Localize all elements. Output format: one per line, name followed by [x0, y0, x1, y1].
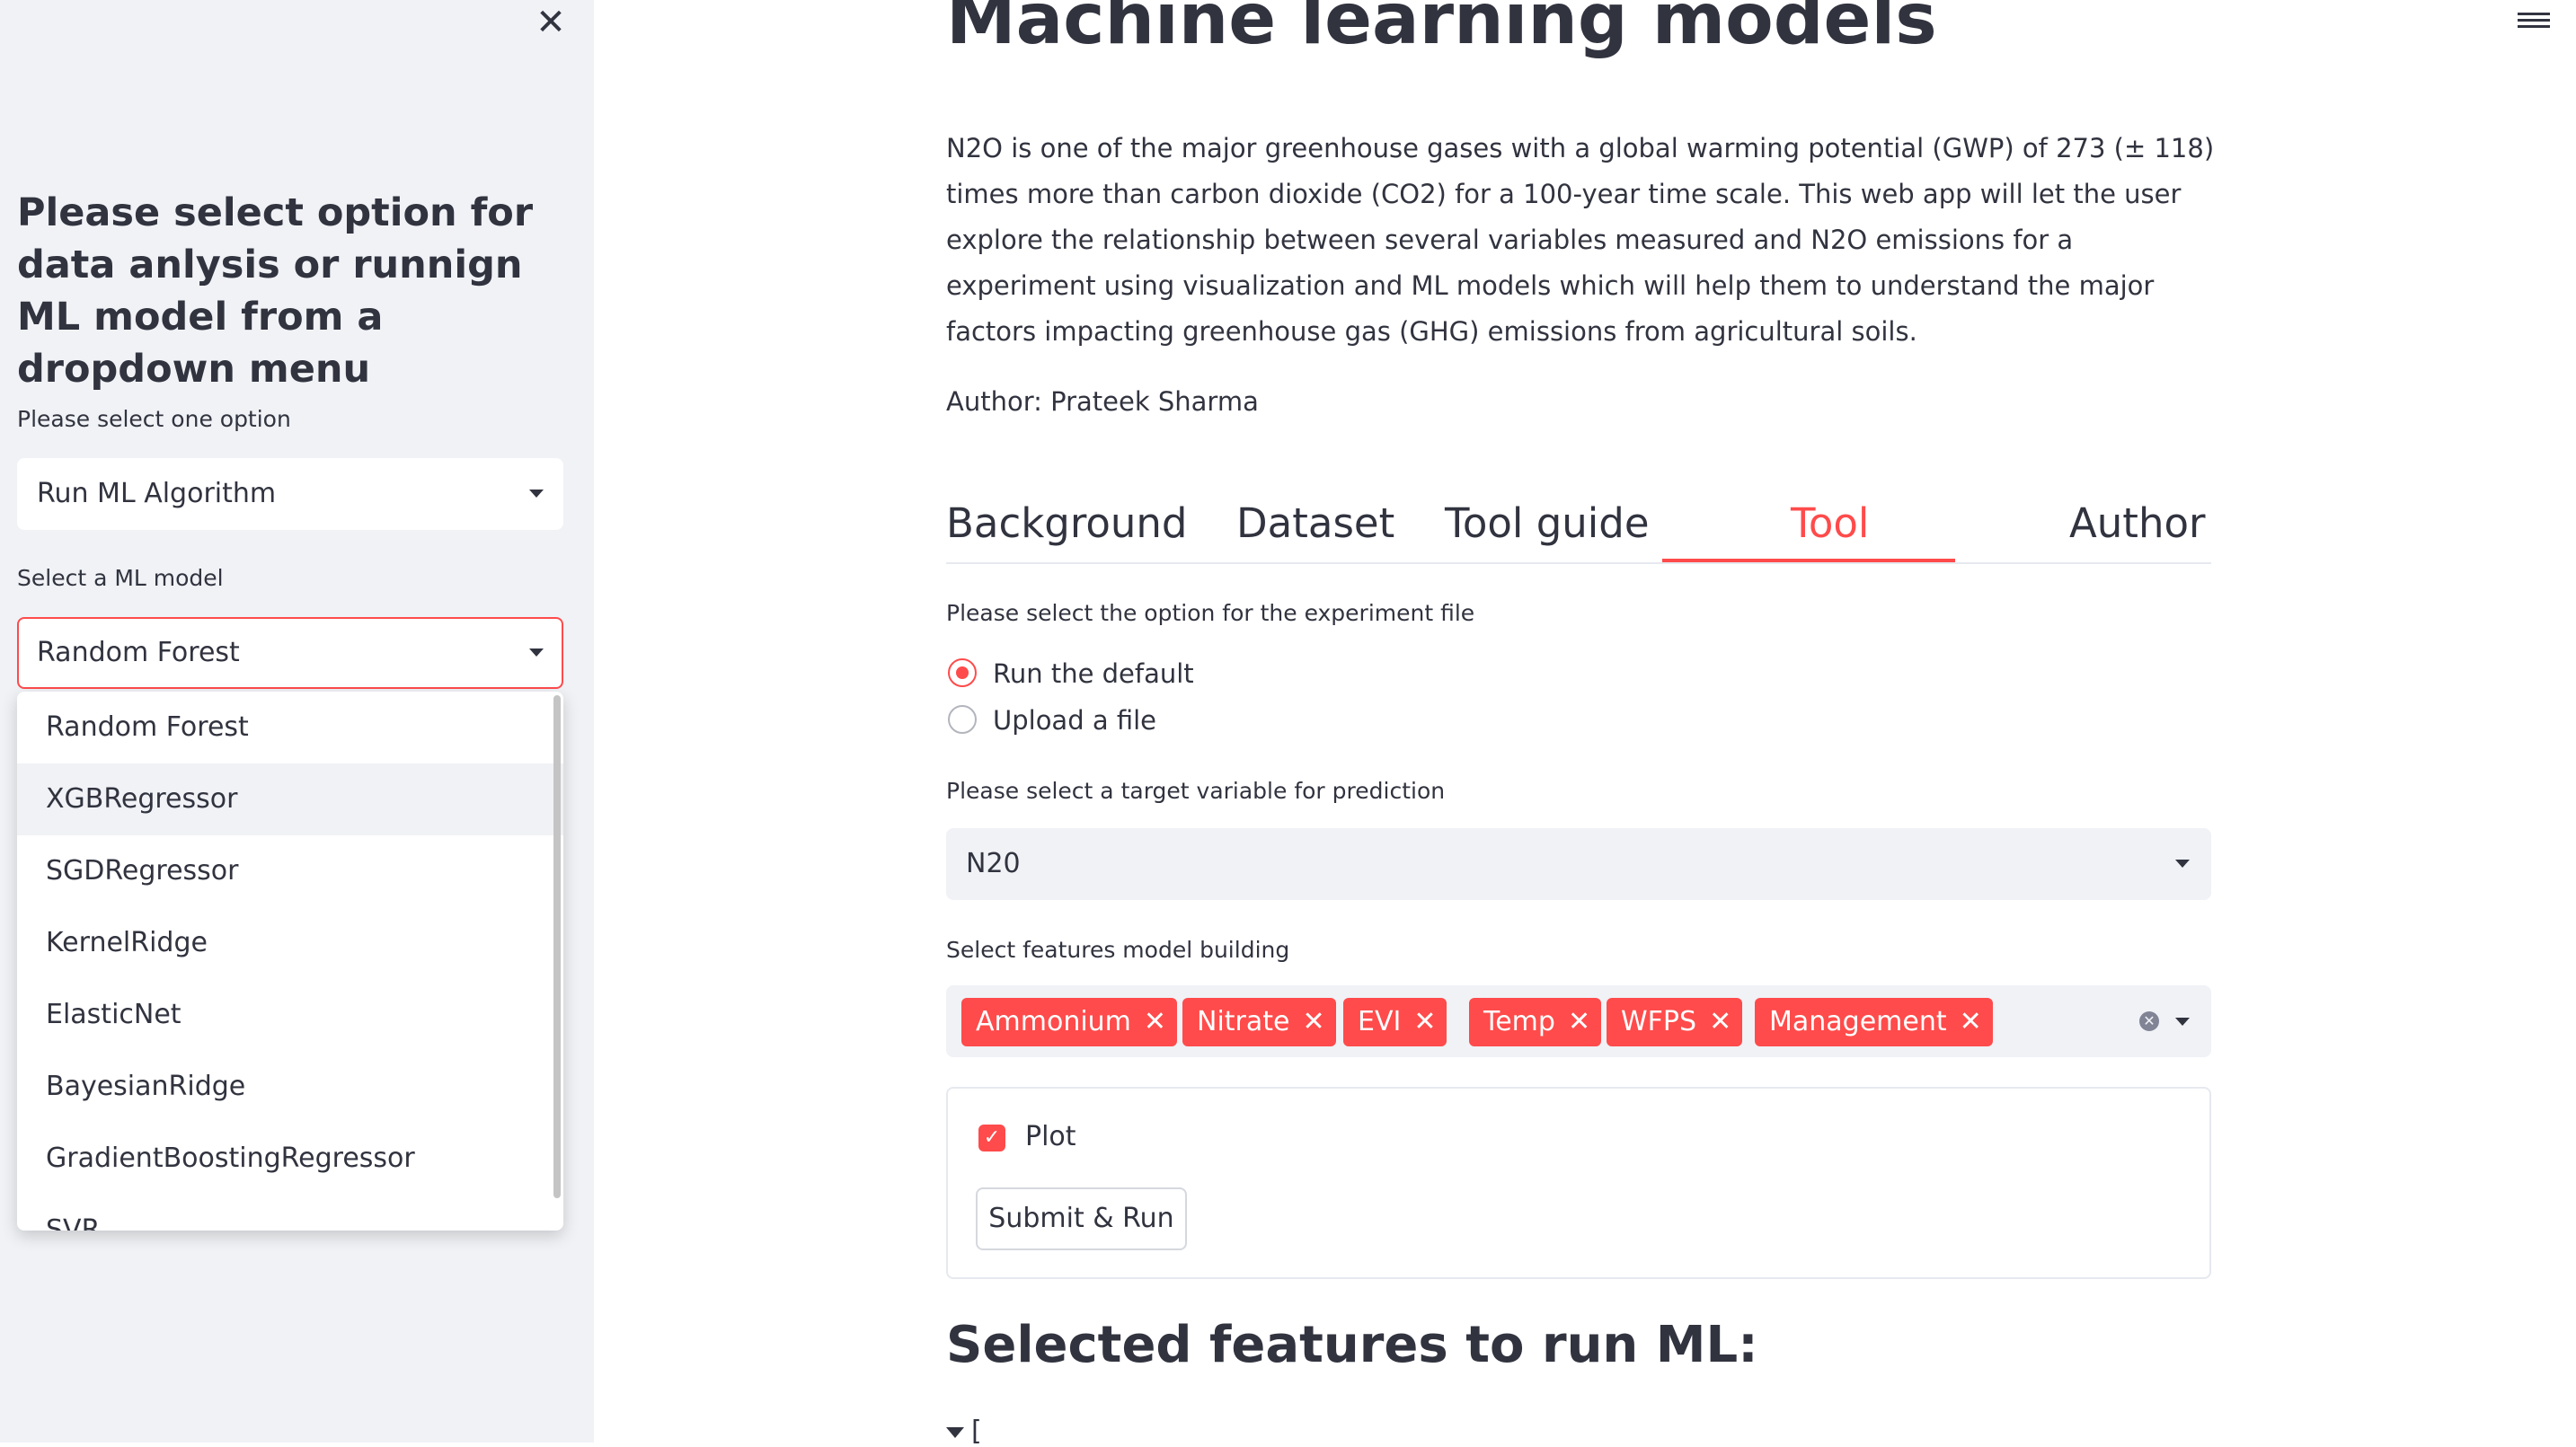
chip-label: EVI — [1358, 1006, 1402, 1037]
menu-icon[interactable] — [2518, 9, 2550, 36]
close-icon[interactable]: ✕ — [530, 0, 571, 45]
option-label: Please select one option — [17, 406, 291, 432]
submit-run-button[interactable]: Submit & Run — [976, 1187, 1187, 1250]
plot-checkbox-label: Plot — [1025, 1121, 1076, 1152]
model-select-value: Random Forest — [37, 637, 240, 668]
option-select[interactable]: Run ML Algorithm — [17, 458, 563, 530]
tab-dataset[interactable]: Dataset — [1236, 492, 1394, 562]
dropdown-scrollbar[interactable] — [553, 695, 561, 1198]
author-line: Author: Prateek Sharma — [946, 386, 1259, 417]
dropdown-option[interactable]: GradientBoostingRegressor — [17, 1123, 563, 1195]
close-icon[interactable]: ✕ — [1413, 998, 1436, 1046]
features-multiselect[interactable]: Ammonium ✕ Nitrate ✕ EVI ✕ Temp ✕ WFPS ✕ Mana… — [946, 985, 2211, 1057]
chip-label: Ammonium — [976, 1006, 1131, 1037]
experiment-label: Please select the option for the experim… — [946, 600, 1475, 626]
feature-chip: Management ✕ — [1755, 998, 1993, 1046]
chevron-down-icon — [2175, 860, 2190, 868]
dropdown-option[interactable]: XGBRegressor — [17, 763, 563, 835]
tab-author[interactable]: Author — [2069, 492, 2206, 562]
feature-chip: EVI ✕ — [1343, 998, 1447, 1046]
active-tab-indicator — [1662, 559, 1955, 562]
chip-label: WFPS — [1621, 1006, 1697, 1037]
dropdown-option[interactable]: BayesianRidge — [17, 1051, 563, 1123]
close-icon[interactable]: ✕ — [1960, 998, 1982, 1046]
dropdown-option[interactable]: KernelRidge — [17, 907, 563, 979]
close-icon[interactable]: ✕ — [1302, 998, 1324, 1046]
radio-selected-icon — [948, 658, 977, 687]
close-icon[interactable]: ✕ — [1568, 998, 1590, 1046]
chip-label: Temp — [1483, 1006, 1555, 1037]
sidebar: ✕ Please select option for data anlysis … — [0, 0, 594, 1443]
target-select-value: N20 — [966, 848, 1021, 879]
radio-unselected-icon — [948, 705, 977, 734]
option-select-value: Run ML Algorithm — [37, 478, 277, 509]
feature-chip: Ammonium ✕ — [961, 998, 1178, 1046]
chevron-down-icon[interactable] — [2175, 1018, 2190, 1026]
model-select[interactable]: Random Forest — [17, 617, 563, 689]
run-form: ✓ Plot Submit & Run — [946, 1087, 2211, 1279]
radio-label: Run the default — [993, 658, 1194, 689]
features-label: Select features model building — [946, 937, 1290, 963]
dropdown-option[interactable]: Random Forest — [17, 692, 563, 763]
target-select[interactable]: N20 — [946, 828, 2211, 900]
model-label: Select a ML model — [17, 565, 224, 591]
feature-chip: Temp ✕ — [1469, 998, 1602, 1046]
radio-label: Upload a file — [993, 705, 1156, 736]
chevron-down-icon — [946, 1426, 964, 1438]
tab-bar: Background Dataset Tool guide Tool Autho… — [946, 492, 2211, 564]
dropdown-option[interactable]: SVR — [17, 1195, 563, 1231]
close-icon[interactable]: ✕ — [1144, 998, 1166, 1046]
chip-label: Management — [1769, 1006, 1947, 1037]
chevron-down-icon — [529, 649, 544, 657]
target-label: Please select a target variable for pred… — [946, 778, 1446, 804]
radio-run-default[interactable]: Run the default — [948, 656, 1194, 692]
radio-upload-file[interactable]: Upload a file — [948, 702, 1156, 738]
model-dropdown-menu: Random Forest XGBRegressor SGDRegressor … — [17, 692, 563, 1231]
dropdown-option[interactable]: SGDRegressor — [17, 835, 563, 907]
feature-chip: Nitrate ✕ — [1182, 998, 1336, 1046]
chevron-down-icon — [529, 490, 544, 498]
sidebar-heading: Please select option for data anlysis or… — [17, 190, 534, 392]
feature-chip: WFPS ✕ — [1607, 998, 1743, 1046]
close-icon[interactable]: ✕ — [1709, 998, 1731, 1046]
tab-tool[interactable]: Tool — [1791, 492, 1869, 562]
page-title: Machine learning models — [946, 0, 1937, 60]
intro-paragraph: N2O is one of the major greenhouse gases… — [946, 133, 2215, 347]
dropdown-option[interactable]: ElasticNet — [17, 979, 563, 1051]
clear-all-icon[interactable]: ✕ — [2139, 1011, 2159, 1031]
chip-label: Nitrate — [1197, 1006, 1290, 1037]
selected-features-heading: Selected features to run ML: — [946, 1316, 1758, 1374]
tab-background[interactable]: Background — [946, 492, 1187, 562]
tab-tool-guide[interactable]: Tool guide — [1445, 492, 1650, 562]
plot-checkbox[interactable]: ✓ — [978, 1125, 1005, 1151]
